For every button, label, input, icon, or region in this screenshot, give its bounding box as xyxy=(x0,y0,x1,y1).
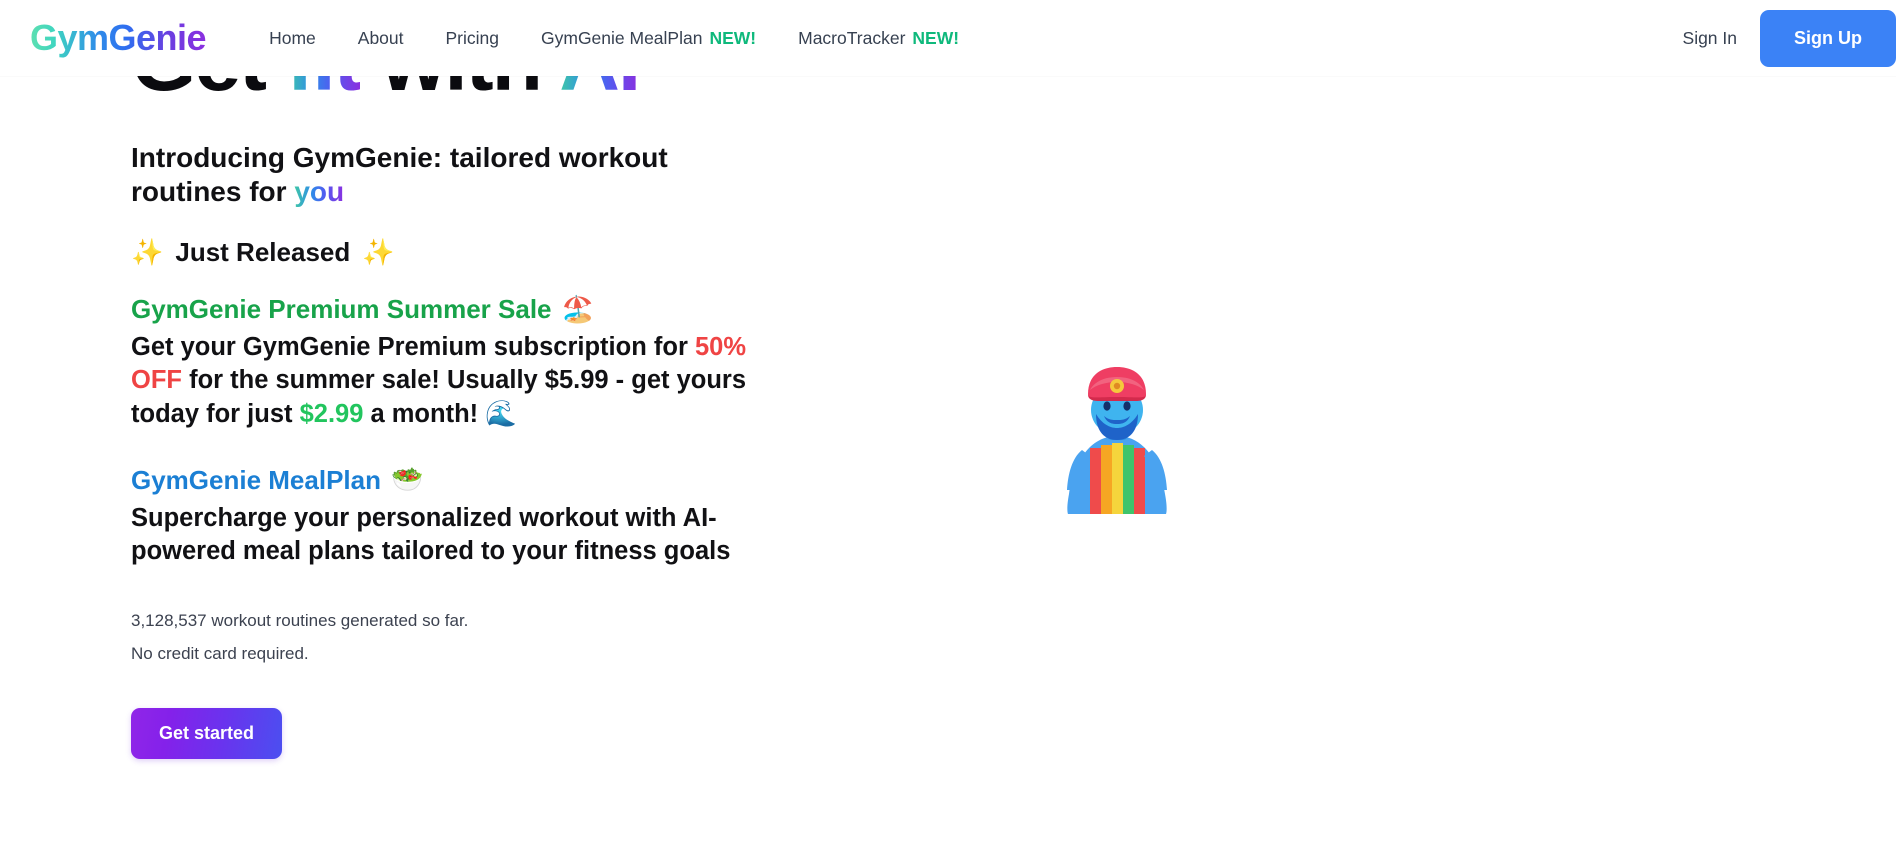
nav-item-about[interactable]: About xyxy=(337,22,425,55)
hero-copy-column: Get fit with AI Introducing GymGenie: ta… xyxy=(131,76,831,760)
hero-stats: 3,128,537 workout routines generated so … xyxy=(131,604,831,670)
nav-item-macrotracker[interactable]: MacroTracker NEW! xyxy=(777,22,980,55)
get-started-button[interactable]: Get started xyxy=(131,708,283,760)
stats-no-credit-card: No credit card required. xyxy=(131,644,309,664)
summer-sale-price: $2.99 xyxy=(299,399,364,428)
nav-item-pricing[interactable]: Pricing xyxy=(425,22,521,55)
brand-logo[interactable]: GymGenie xyxy=(30,17,207,59)
hero-headline-part-1: Get xyxy=(131,76,286,108)
hero-subheading-accent-you: you xyxy=(294,175,345,207)
hero-headline-accent-fit: fit xyxy=(286,76,361,108)
summer-sale-body: Get your GymGenie Premium subscription f… xyxy=(131,331,761,430)
mealplan-heading: GymGenie MealPlan 🥗 xyxy=(131,465,771,496)
hero-subheading-text: Introducing GymGenie: tailored workout r… xyxy=(131,141,668,207)
genie-illustration xyxy=(1060,366,1175,521)
nav-item-mealplan[interactable]: GymGenie MealPlan NEW! xyxy=(520,22,777,55)
nav-item-mealplan-label: GymGenie MealPlan xyxy=(541,27,703,48)
stats-routines-generated: 3,128,537 workout routines generated so … xyxy=(131,611,469,631)
hero-headline-part-2: with xyxy=(360,76,560,108)
summer-sale-heading: GymGenie Premium Summer Sale 🏖️ xyxy=(131,294,771,325)
primary-nav: Home About Pricing GymGenie MealPlan NEW!… xyxy=(248,22,980,55)
nav-item-pricing-label: Pricing xyxy=(445,27,500,48)
salad-icon: 🥗 xyxy=(390,465,424,496)
hero-cta-area: Get started xyxy=(131,708,831,760)
hero-headline: Get fit with AI xyxy=(131,76,831,107)
summer-sale-body-part-1: Get your GymGenie Premium subscription f… xyxy=(131,333,695,362)
beach-umbrella-icon: 🏖️ xyxy=(561,294,594,325)
nav-auth-area: Sign In Sign Up xyxy=(1683,0,1896,76)
just-released-banner: ✨ Just Released ✨ xyxy=(131,237,831,268)
sign-up-button[interactable]: Sign Up xyxy=(1760,9,1896,67)
summer-sale-promo: GymGenie Premium Summer Sale 🏖️ Get your… xyxy=(131,294,771,431)
mealplan-promo: GymGenie MealPlan 🥗 Supercharge your per… xyxy=(131,465,771,568)
just-released-label: Just Released xyxy=(175,237,351,268)
wave-icon: 🌊 xyxy=(485,398,517,429)
mealplan-heading-label: GymGenie MealPlan xyxy=(131,464,381,495)
nav-item-mealplan-new-badge: NEW! xyxy=(709,27,757,48)
mealplan-body: Supercharge your personalized workout wi… xyxy=(131,503,731,565)
nav-item-home[interactable]: Home xyxy=(248,22,337,55)
hero-section: Get fit with AI Introducing GymGenie: ta… xyxy=(0,76,1896,857)
summer-sale-body-part-3: a month! xyxy=(363,399,486,428)
hero-headline-accent-ai: AI xyxy=(559,76,641,108)
nav-item-macrotracker-new-badge: NEW! xyxy=(912,27,960,48)
nav-item-home-label: Home xyxy=(269,27,316,48)
sign-in-link[interactable]: Sign In xyxy=(1683,28,1737,49)
summer-sale-heading-label: GymGenie Premium Summer Sale xyxy=(131,294,552,325)
hero-subheading: Introducing GymGenie: tailored workout r… xyxy=(131,141,781,209)
nav-item-about-label: About xyxy=(357,27,404,48)
genie-icon xyxy=(1067,367,1167,514)
nav-item-macrotracker-label: MacroTracker xyxy=(798,27,906,48)
sparkles-icon-left: ✨ xyxy=(131,237,164,268)
sparkles-icon-right: ✨ xyxy=(362,237,395,268)
top-navigation-bar: GymGenie Home About Pricing GymGenie Mea… xyxy=(0,0,1896,76)
